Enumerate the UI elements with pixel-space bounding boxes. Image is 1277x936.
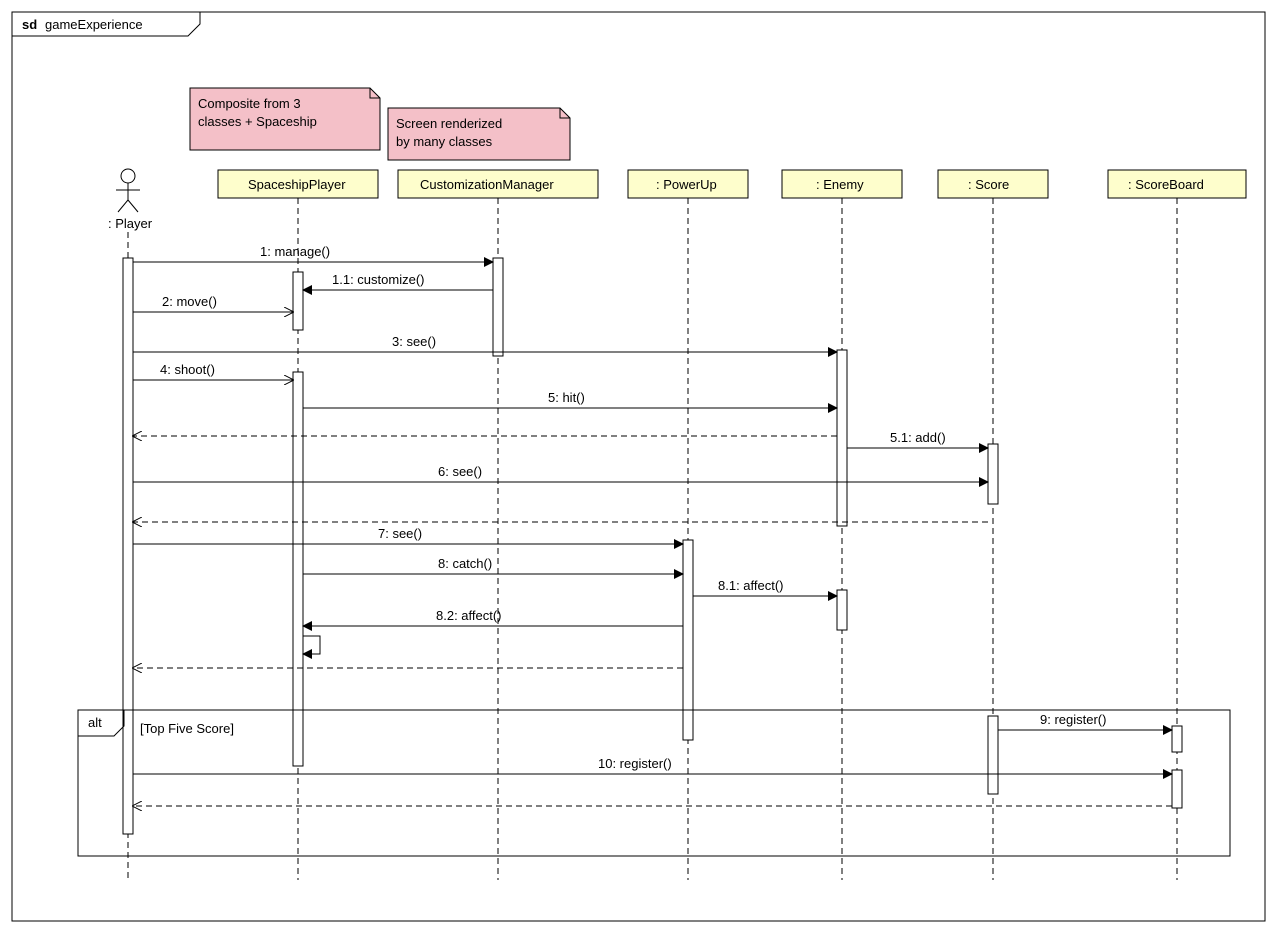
- message-label: 10: register(): [598, 756, 672, 771]
- message-label: 3: see(): [392, 334, 436, 349]
- activation-custmgr: [493, 258, 503, 356]
- message-label: 8.2: affect(): [436, 608, 502, 623]
- note-text: Screen renderized: [396, 116, 502, 131]
- msg-6-see: 6: see(): [133, 464, 988, 482]
- frame-title: gameExperience: [45, 17, 143, 32]
- msg-5-hit: 5: hit(): [303, 390, 837, 408]
- message-label: 2: move(): [162, 294, 217, 309]
- message-label: 9: register(): [1040, 712, 1106, 727]
- activation-enemy: [837, 350, 847, 526]
- msg-7-see: 7: see(): [133, 526, 683, 544]
- msg-8-1-affect: 8.1: affect(): [693, 578, 837, 596]
- msg-10-register: 10: register(): [133, 756, 1172, 774]
- alt-fragment: alt [Top Five Score]: [78, 710, 1230, 856]
- alt-label: alt: [88, 715, 102, 730]
- message-label: 8: catch(): [438, 556, 492, 571]
- message-label: 5: hit(): [548, 390, 585, 405]
- message-label: 4: shoot(): [160, 362, 215, 377]
- sequence-diagram: sd gameExperience Composite from 3 class…: [0, 0, 1277, 933]
- message-label: 8.1: affect(): [718, 578, 784, 593]
- activation-score-a: [988, 444, 998, 504]
- msg-5-1-add: 5.1: add(): [847, 430, 988, 448]
- activation-score-b: [988, 716, 998, 794]
- note-spaceship: Composite from 3 classes + Spaceship: [190, 88, 380, 150]
- activation-enemy-b: [837, 590, 847, 630]
- note-text: Composite from 3: [198, 96, 301, 111]
- activation-sb-b: [1172, 770, 1182, 808]
- msg-8-2-affect: 8.2: affect(): [303, 608, 683, 626]
- msg-8-catch: 8: catch(): [303, 556, 683, 574]
- msg-1-1-customize: 1.1: customize(): [303, 272, 493, 290]
- msg-4-shoot: 4: shoot(): [133, 362, 293, 380]
- msg-2-move: 2: move(): [133, 294, 293, 312]
- msg-3-see: 3: see(): [133, 334, 837, 352]
- message-label: 6: see(): [438, 464, 482, 479]
- lifeline-label: : Enemy: [816, 177, 864, 192]
- note-text: classes + Spaceship: [198, 114, 317, 129]
- lifeline-label: : PowerUp: [656, 177, 717, 192]
- lifeline-label: CustomizationManager: [420, 177, 554, 192]
- message-label: 7: see(): [378, 526, 422, 541]
- activation-player: [123, 258, 133, 834]
- activation-sb-a: [1172, 726, 1182, 752]
- alt-guard: [Top Five Score]: [140, 721, 234, 736]
- lifeline-label: : ScoreBoard: [1128, 177, 1204, 192]
- message-label: 1.1: customize(): [332, 272, 424, 287]
- msg-9-register: 9: register(): [998, 712, 1172, 730]
- note-screen: Screen renderized by many classes: [388, 108, 570, 160]
- frame-prefix: sd: [22, 17, 37, 32]
- lifeline-label: SpaceshipPlayer: [248, 177, 346, 192]
- message-label: 1: manage(): [260, 244, 330, 259]
- self-return-spaceship: [303, 636, 320, 654]
- activation-spaceship-a: [293, 272, 303, 330]
- note-text: by many classes: [396, 134, 493, 149]
- message-label: 5.1: add(): [890, 430, 946, 445]
- activation-spaceship-b: [293, 372, 303, 766]
- msg-1-manage: 1: manage(): [133, 244, 493, 262]
- lifeline-label: : Score: [968, 177, 1009, 192]
- actor-label: : Player: [108, 216, 153, 231]
